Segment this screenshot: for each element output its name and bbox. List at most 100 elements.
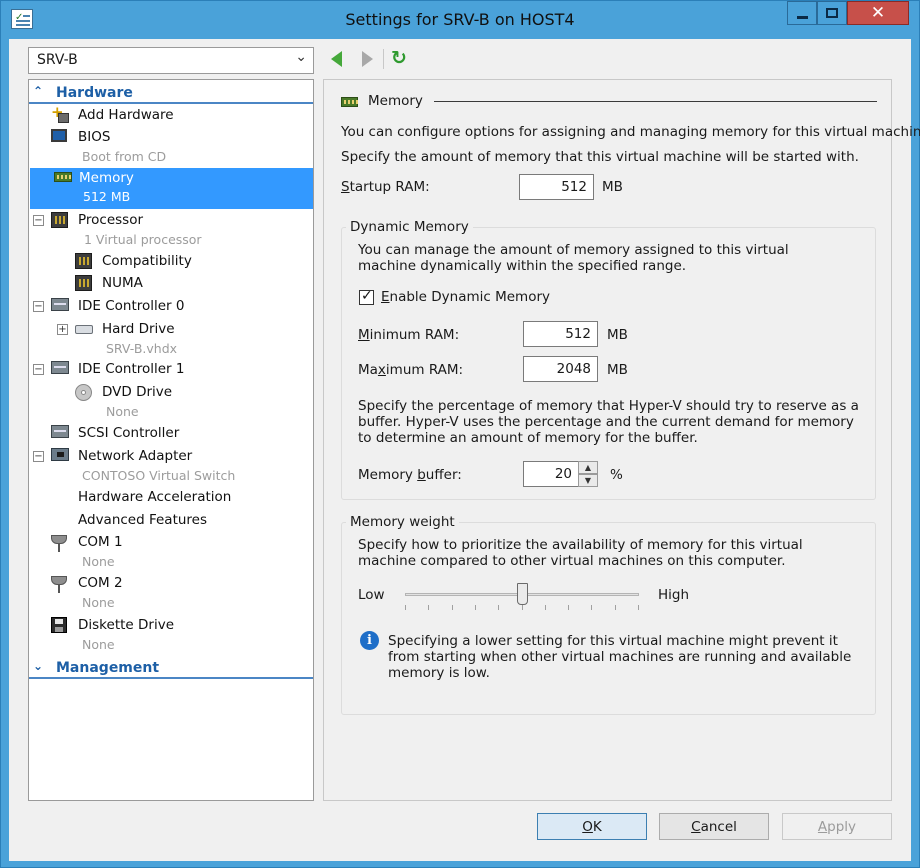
tree-item-processor[interactable]: Processor: [51, 211, 291, 231]
spin-up-icon[interactable]: ▲: [578, 461, 598, 474]
tree-item-label: Advanced Features: [78, 512, 208, 528]
tree-item-detail: None: [82, 637, 115, 652]
tree-item-label: Memory: [79, 170, 134, 186]
maximize-button[interactable]: [817, 1, 847, 25]
startup-ram-input[interactable]: 512: [519, 174, 594, 200]
tree-item-detail: SRV-B.vhdx: [106, 341, 178, 356]
startup-ram-label: Startup RAM:: [341, 179, 430, 195]
close-icon: ✕: [870, 3, 886, 23]
startup-ram-value: 512: [561, 179, 587, 195]
slider-thumb[interactable]: [517, 583, 528, 605]
memory-weight-slider[interactable]: [405, 583, 639, 613]
tree-item-diskette-drive[interactable]: Diskette Drive: [51, 616, 291, 636]
maximum-ram-value: 2048: [556, 361, 591, 377]
tree-item-compatibility[interactable]: Compatibility: [75, 252, 295, 272]
hardware-tree: ⌃ Hardware + Add Hardware BIOS Boot from…: [28, 79, 314, 801]
hardware-section-header[interactable]: ⌃ Hardware: [29, 82, 313, 104]
tree-item-detail: None: [82, 595, 115, 610]
network-adapter-icon: [51, 448, 69, 461]
tree-item-label: COM 2: [78, 575, 123, 591]
tree-item-advanced-features[interactable]: Advanced Features: [75, 511, 295, 531]
tree-item-scsi-controller[interactable]: SCSI Controller: [51, 424, 291, 444]
tree-item-hard-drive[interactable]: Hard Drive: [75, 320, 295, 340]
startup-intro-text: Specify the amount of memory that this v…: [341, 149, 859, 165]
refresh-icon: ↻: [391, 47, 407, 69]
tree-item-com-1[interactable]: COM 1: [51, 533, 291, 553]
tree-item-detail: Boot from CD: [82, 149, 167, 164]
memory-weight-description: Specify how to prioritize the availabili…: [358, 537, 803, 569]
memory-icon: [54, 172, 72, 182]
tree-item-label: SCSI Controller: [78, 425, 180, 441]
enable-dynamic-memory-label[interactable]: Enable Dynamic Memory: [381, 289, 550, 305]
tree-item-com-2[interactable]: COM 2: [51, 574, 291, 594]
memory-buffer-label: Memory buffer:: [358, 467, 462, 483]
slider-tick: [522, 605, 523, 610]
tree-item-label: DVD Drive: [102, 384, 173, 400]
vm-selector-dropdown[interactable]: SRV-B ⌄: [28, 47, 314, 74]
window-title: Settings for SRV-B on HOST4: [345, 10, 575, 29]
forward-button[interactable]: [357, 49, 377, 69]
collapse-ide0-toggle[interactable]: −: [33, 301, 44, 312]
minimum-ram-value: 512: [565, 326, 591, 342]
tree-item-add-hardware[interactable]: + Add Hardware: [51, 103, 291, 126]
title-bar[interactable]: ✓ Settings for SRV-B on HOST4 ✕: [1, 1, 919, 39]
startup-ram-unit: MB: [602, 179, 623, 195]
dynamic-memory-group: Dynamic Memory You can manage the amount…: [341, 219, 876, 500]
minimize-icon: [797, 16, 808, 19]
weight-low-label: Low: [358, 587, 385, 603]
minimum-ram-label: Minimum RAM:: [358, 327, 460, 343]
maximum-ram-input[interactable]: 2048: [523, 356, 598, 382]
minimize-button[interactable]: [787, 1, 817, 25]
tree-item-label: Network Adapter: [78, 448, 193, 464]
memory-weight-group: Memory weight Specify how to prioritize …: [341, 514, 876, 715]
hard-drive-icon: [75, 325, 93, 334]
tree-item-network-adapter[interactable]: Network Adapter: [51, 447, 291, 467]
tree-item-label: Processor: [78, 212, 144, 228]
add-hardware-icon: +: [51, 103, 69, 123]
tree-item-detail: 1 Virtual processor: [84, 232, 202, 247]
memory-buffer-description: Specify the percentage of memory that Hy…: [358, 398, 859, 446]
tree-item-memory[interactable]: Memory 512 MB: [30, 168, 313, 209]
minimum-ram-input[interactable]: 512: [523, 321, 598, 347]
tree-item-ide-controller-1[interactable]: IDE Controller 1: [51, 360, 291, 380]
tree-item-detail: 512 MB: [83, 189, 131, 204]
tree-item-label: BIOS: [78, 129, 111, 145]
slider-tick: [615, 605, 616, 610]
enable-dynamic-memory-checkbox[interactable]: ✓: [359, 288, 374, 305]
cancel-button[interactable]: Cancel: [659, 813, 769, 840]
ide-controller-icon: [51, 361, 69, 374]
diskette-drive-icon: [51, 617, 67, 633]
slider-tick: [405, 605, 406, 610]
tree-item-bios[interactable]: BIOS: [51, 128, 291, 148]
tree-item-label: Diskette Drive: [78, 617, 174, 633]
tree-item-label: IDE Controller 0: [78, 298, 185, 314]
collapse-processor-toggle[interactable]: −: [33, 215, 44, 226]
tree-item-hardware-acceleration[interactable]: Hardware Acceleration: [75, 488, 295, 508]
memory-weight-info-text: Specifying a lower setting for this virt…: [388, 633, 852, 681]
expand-hard-drive-toggle[interactable]: +: [57, 324, 68, 335]
memory-buffer-input[interactable]: 20: [523, 461, 579, 487]
memory-buffer-unit: %: [610, 467, 623, 483]
management-header-label: Management: [56, 660, 160, 676]
vm-selector-value: SRV-B: [37, 52, 78, 68]
minimum-ram-unit: MB: [607, 327, 628, 343]
dynamic-memory-description: You can manage the amount of memory assi…: [358, 242, 789, 274]
scsi-controller-icon: [51, 425, 69, 438]
spin-down-icon[interactable]: ▼: [578, 474, 598, 487]
back-button[interactable]: [327, 49, 347, 69]
tree-item-numa[interactable]: NUMA: [75, 274, 295, 294]
ok-button[interactable]: OK: [537, 813, 647, 840]
collapse-network-toggle[interactable]: −: [33, 451, 44, 462]
management-section-header[interactable]: ⌄ Management: [29, 657, 313, 679]
maximum-ram-unit: MB: [607, 362, 628, 378]
close-button[interactable]: ✕: [847, 1, 909, 25]
tree-item-ide-controller-0[interactable]: IDE Controller 0: [51, 297, 291, 317]
info-icon: i: [360, 631, 379, 650]
apply-button[interactable]: Apply: [782, 813, 892, 840]
refresh-button[interactable]: ↻: [391, 47, 411, 69]
memory-buffer-spinner[interactable]: ▲ ▼: [578, 461, 598, 487]
slider-tick: [545, 605, 546, 610]
collapse-ide1-toggle[interactable]: −: [33, 364, 44, 375]
maximum-ram-label: Maximum RAM:: [358, 362, 464, 378]
tree-item-dvd-drive[interactable]: DVD Drive: [75, 383, 295, 403]
